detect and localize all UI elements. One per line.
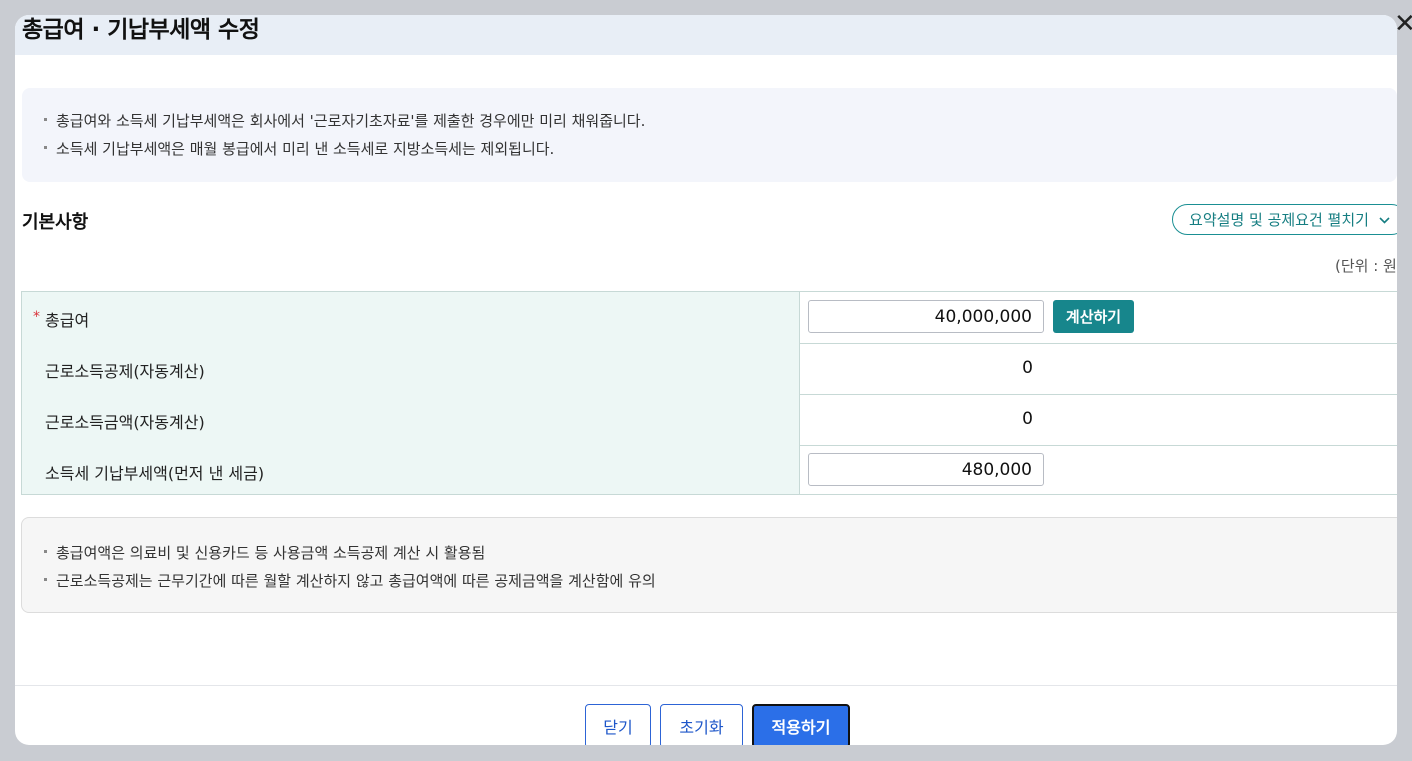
guide-notice: 총급여액은 의료비 및 신용카드 등 사용금액 소득공제 계산 시 활용됨 근로…: [21, 517, 1397, 613]
form-row-total-pay: * 총급여 계산하기: [22, 292, 1397, 344]
info-notice: 총급여와 소득세 기납부세액은 회사에서 '근로자기초자료'를 제출한 경우에만…: [22, 88, 1397, 182]
label-cell: * 총급여: [22, 292, 800, 343]
unit-label: (단위 : 원): [1335, 257, 1397, 275]
edit-modal: 총급여 · 기납부세액 수정 총급여와 소득세 기납부세액은 회사에서 '근로자…: [15, 15, 1397, 745]
earned-income-deduction-value: 0: [1022, 358, 1033, 378]
chevron-down-icon: [1379, 213, 1390, 227]
label-cell: 근로소득공제(자동계산): [22, 343, 800, 394]
total-pay-input[interactable]: [808, 300, 1044, 333]
close-button[interactable]: 닫기: [585, 704, 651, 745]
label-cell: 근로소득금액(자동계산): [22, 394, 800, 445]
required-mark: *: [33, 309, 40, 325]
calculate-button[interactable]: 계산하기: [1053, 300, 1134, 333]
reset-button[interactable]: 초기화: [660, 704, 743, 745]
form-row-earned-income-deduction: 근로소득공제(자동계산) 0: [22, 343, 1397, 395]
footer-divider: [15, 685, 1397, 686]
total-pay-label: 총급여: [45, 311, 90, 330]
basic-info-form: * 총급여 계산하기 근로소득공제(자동계산) 0 근로소득금액(자동계산) 0…: [21, 291, 1397, 495]
prepaid-tax-input[interactable]: [808, 453, 1044, 486]
earned-income-deduction-label: 근로소득공제(자동계산): [45, 362, 205, 381]
notice-line: 총급여액은 의료비 및 신용카드 등 사용금액 소득공제 계산 시 활용됨: [43, 544, 486, 562]
section-title: 기본사항: [22, 212, 89, 233]
modal-title: 총급여 · 기납부세액 수정: [22, 17, 260, 43]
expand-summary-button[interactable]: 요약설명 및 공제요건 펼치기: [1172, 204, 1397, 235]
form-row-earned-income-amount: 근로소득금액(자동계산) 0: [22, 394, 1397, 446]
apply-button[interactable]: 적용하기: [752, 704, 850, 745]
notice-line: 소득세 기납부세액은 매월 봉급에서 미리 낸 소득세로 지방소득세는 제외됩니…: [43, 140, 555, 158]
notice-line: 총급여와 소득세 기납부세액은 회사에서 '근로자기초자료'를 제출한 경우에만…: [43, 112, 646, 130]
modal-header: 총급여 · 기납부세액 수정: [15, 15, 1397, 55]
notice-line: 근로소득공제는 근무기간에 따른 월할 계산하지 않고 총급여액에 따른 공제금…: [44, 572, 656, 590]
label-cell: 소득세 기납부세액(먼저 낸 세금): [22, 445, 800, 494]
expand-summary-label: 요약설명 및 공제요건 펼치기: [1189, 211, 1369, 229]
earned-income-amount-label: 근로소득금액(자동계산): [45, 413, 205, 432]
form-row-prepaid-tax: 소득세 기납부세액(먼저 낸 세금): [22, 445, 1397, 494]
earned-income-amount-value: 0: [1022, 409, 1033, 429]
prepaid-tax-label: 소득세 기납부세액(먼저 낸 세금): [45, 464, 265, 483]
